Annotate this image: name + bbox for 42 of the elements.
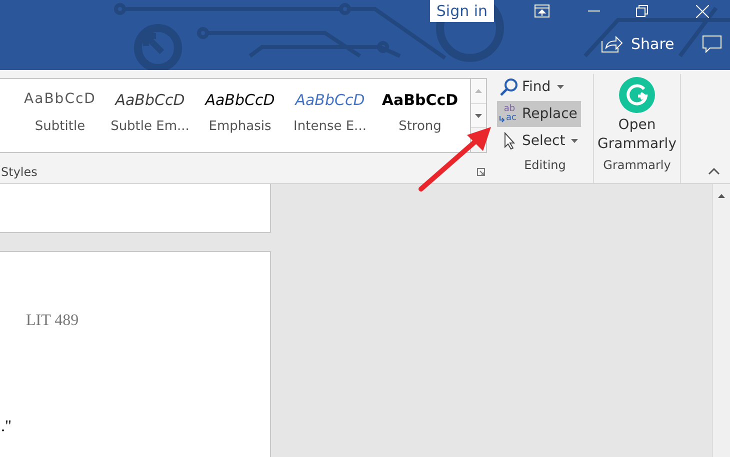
scroll-down-button[interactable] — [471, 104, 486, 128]
caret-icon — [571, 139, 578, 143]
group-label: Styles — [1, 165, 38, 179]
group-label: Grammarly — [603, 158, 671, 172]
grammarly-icon — [619, 77, 655, 113]
style-name: Emphasis — [208, 119, 272, 134]
document-text: LIT 489 — [26, 312, 79, 330]
comment-icon[interactable] — [702, 35, 722, 53]
scrollbar[interactable] — [712, 184, 730, 457]
style-name: Subtitle — [34, 119, 86, 134]
editing-button[interactable]: Find — [497, 74, 568, 100]
share-button[interactable]: Share — [601, 35, 674, 53]
share-icon — [601, 35, 623, 53]
style-item[interactable]: AaBbCcD Subtitle — [15, 79, 105, 152]
style-item[interactable]: AaBbCcD Emphasis — [195, 79, 285, 152]
group-label: Editing — [523, 158, 567, 172]
sign-in-button[interactable]: Sign in — [430, 0, 494, 22]
document-text: ." — [1, 418, 12, 436]
search-icon — [499, 78, 519, 96]
style-preview: AaBbCcD — [382, 91, 458, 111]
minimize-icon[interactable] — [588, 10, 600, 12]
style-name: Strong — [398, 119, 442, 134]
close-icon[interactable] — [696, 4, 709, 18]
open-grammarly-button[interactable]: Open Grammarly — [595, 74, 679, 158]
style-item[interactable]: AaBbCcD Intense E... — [285, 79, 375, 152]
style-name: Subtle Em... — [110, 119, 190, 134]
dialog-launcher-icon[interactable] — [477, 168, 485, 176]
up-caret-icon — [475, 88, 482, 93]
style-preview: AaBbCcD — [295, 91, 365, 111]
style-preview: AaBbCcD — [24, 91, 96, 109]
style-preview: AaBbCcD — [205, 91, 275, 111]
caret-icon — [556, 85, 564, 89]
style-item[interactable]: AaBbCcD Strong — [375, 79, 465, 152]
style-item[interactable]: AaBbCcD Subtle Em... — [105, 79, 195, 152]
style-preview: AaBbCcD — [115, 91, 185, 111]
ribbon-display-icon[interactable] — [534, 4, 550, 18]
caret-icon — [475, 114, 482, 118]
style-name: Intense E... — [294, 119, 366, 134]
editing-button[interactable]: Select — [497, 128, 582, 154]
up-caret-icon — [718, 194, 725, 198]
collapse-ribbon-icon[interactable] — [708, 168, 720, 175]
restore-icon[interactable] — [636, 5, 648, 17]
